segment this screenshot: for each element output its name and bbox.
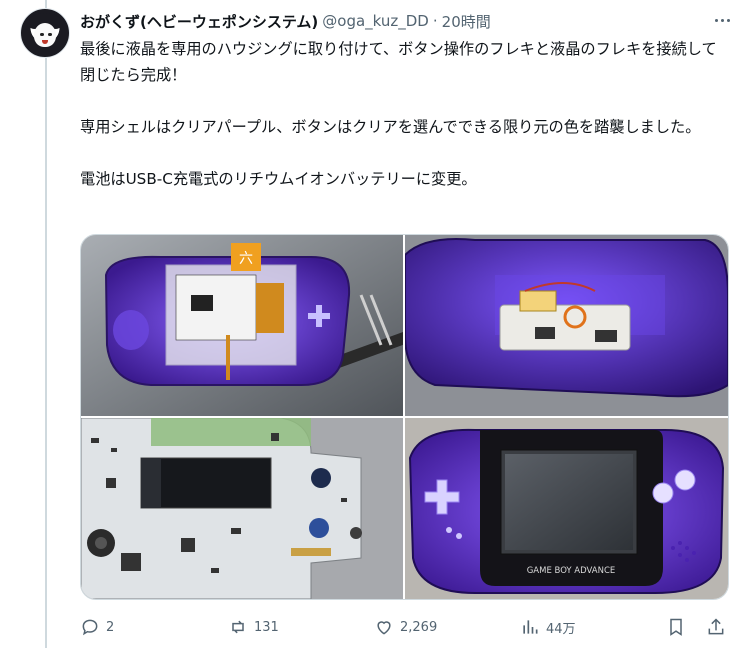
views-chart-icon: [523, 620, 538, 634]
share-icon: [708, 618, 724, 635]
retweet-count: 131: [254, 619, 279, 635]
photo-mainboard-icon: [81, 418, 403, 599]
avatar-eye-left: [40, 33, 44, 36]
photo-shell-with-battery-board-icon: [405, 235, 728, 416]
share-button[interactable]: [706, 614, 732, 640]
retweet-icon: [232, 620, 244, 634]
reply-icon: [82, 619, 98, 636]
media-grid: 六 GAME BOY ADVANCE: [80, 234, 729, 600]
avatar[interactable]: [20, 8, 70, 58]
reply-count: 2: [106, 619, 115, 635]
views-button[interactable]: 44万: [520, 614, 576, 640]
photo-finished-console-icon: GAME BOY ADVANCE: [405, 418, 728, 599]
photo-shell-with-lcd-board-icon: 六: [81, 235, 403, 416]
tweet-text: 最後に液晶を専用のハウジングに取り付けて、ボタン操作のフレキと液晶のフレキを接続…: [80, 40, 717, 188]
avatar-eye-right: [48, 33, 52, 36]
media-image-2[interactable]: [405, 235, 728, 416]
author-name[interactable]: おがくず(ヘビーウェポンシステム): [80, 11, 318, 32]
tweet-header: おがくず(ヘビーウェポンシステム) @oga_kuz_DD · 20時間: [80, 10, 720, 32]
bookmark-icon: [670, 618, 682, 636]
author-handle[interactable]: @oga_kuz_DD: [322, 12, 429, 30]
more-options-icon[interactable]: [713, 10, 733, 30]
media-image-3[interactable]: [81, 418, 403, 599]
bookmark-button[interactable]: [666, 614, 692, 640]
like-button[interactable]: 2,269: [374, 614, 437, 640]
tweet-actions: 2 131 2,269 44万: [80, 614, 730, 640]
media-image-4[interactable]: GAME BOY ADVANCE: [405, 418, 728, 599]
separator-dot: ·: [432, 12, 438, 30]
tweet-timestamp[interactable]: 20時間: [442, 11, 491, 32]
views-count: 44万: [546, 621, 576, 637]
heart-icon: [377, 621, 391, 635]
retweet-button[interactable]: 131: [228, 614, 279, 640]
svg-text:六: 六: [239, 251, 253, 267]
svg-text:GAME BOY ADVANCE: GAME BOY ADVANCE: [527, 566, 616, 576]
reply-button[interactable]: 2: [80, 614, 114, 640]
media-image-1[interactable]: 六: [81, 235, 403, 416]
like-count: 2,269: [400, 619, 438, 635]
thread-line: [45, 0, 47, 648]
